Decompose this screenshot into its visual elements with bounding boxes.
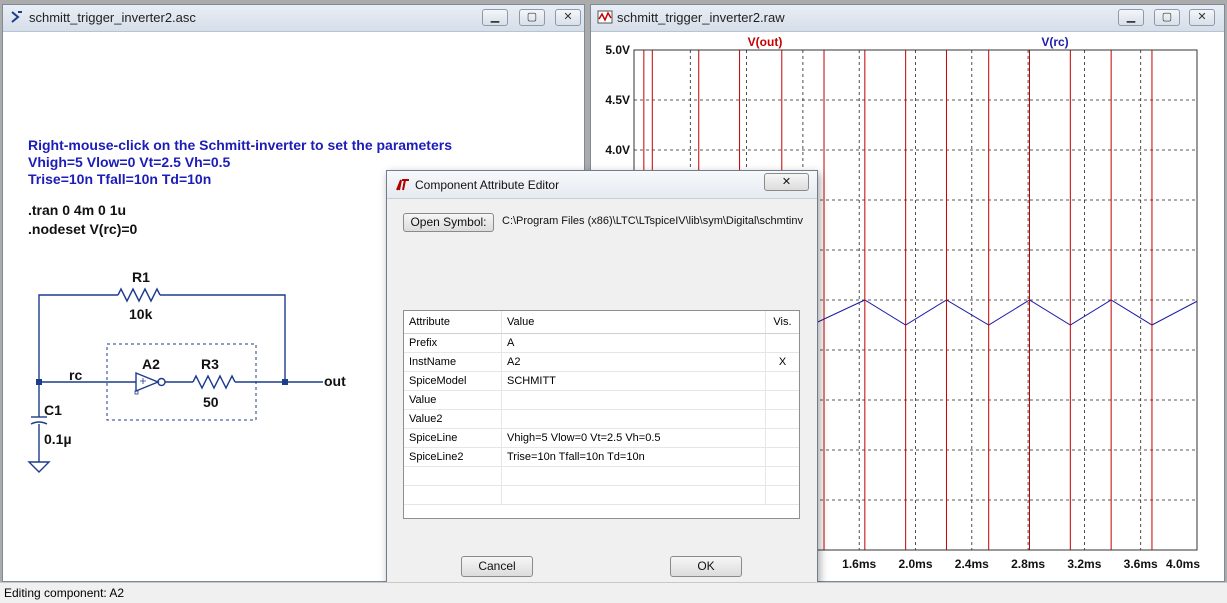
x-tick-label: 1.6ms xyxy=(842,557,876,571)
table-row[interactable]: Value2 xyxy=(404,409,799,429)
net-label-rc: rc xyxy=(69,367,83,383)
schematic-titlebar[interactable]: schmitt_trigger_inverter2.asc ▁ ▢ ✕ xyxy=(3,5,584,32)
open-symbol-button[interactable]: Open Symbol: xyxy=(403,213,494,232)
attribute-name: SpiceLine xyxy=(404,428,502,448)
nodeset-directive[interactable]: .nodeset V(rc)=0 xyxy=(28,221,137,237)
column-header-attribute[interactable]: Attribute xyxy=(404,311,502,334)
attribute-grid[interactable]: Attribute Value Vis. Prefix A InstName A… xyxy=(403,310,800,519)
y-tick-label: 5.0V xyxy=(605,43,630,57)
c1-value: 0.1µ xyxy=(44,431,72,447)
close-button[interactable]: ✕ xyxy=(1189,9,1215,26)
grid-header-row: Attribute Value Vis. xyxy=(404,311,799,334)
y-tick-label: 4.5V xyxy=(605,93,630,107)
status-text: Editing component: A2 xyxy=(4,586,125,600)
attribute-value[interactable]: SCHMITT xyxy=(501,371,766,391)
schematic-app-icon xyxy=(11,11,22,23)
attribute-vis[interactable] xyxy=(765,333,799,353)
dialog-title: Component Attribute Editor xyxy=(415,178,560,192)
waveform-app-icon xyxy=(597,10,613,24)
minimize-button[interactable]: ▁ xyxy=(1118,9,1144,26)
schematic-window-title: schmitt_trigger_inverter2.asc xyxy=(29,10,196,25)
attribute-value[interactable] xyxy=(501,390,766,410)
attribute-vis[interactable] xyxy=(765,371,799,391)
maximize-button[interactable]: ▢ xyxy=(519,9,545,26)
attribute-value[interactable]: Vhigh=5 Vlow=0 Vt=2.5 Vh=0.5 xyxy=(501,428,766,448)
r3-name: R3 xyxy=(201,356,219,372)
x-tick-label: 2.4ms xyxy=(955,557,989,571)
attribute-value[interactable] xyxy=(501,409,766,429)
waveform-window-title: schmitt_trigger_inverter2.raw xyxy=(617,10,785,25)
r1-name: R1 xyxy=(132,269,150,285)
ok-button[interactable]: OK xyxy=(670,556,742,577)
table-row[interactable]: SpiceLine Vhigh=5 Vlow=0 Vt=2.5 Vh=0.5 xyxy=(404,428,799,448)
attribute-name: InstName xyxy=(404,352,502,372)
attribute-name: Prefix xyxy=(404,333,502,353)
vrc-trace-label[interactable]: V(rc) xyxy=(1041,35,1068,49)
attribute-vis[interactable] xyxy=(765,447,799,467)
table-row[interactable]: Prefix A xyxy=(404,333,799,353)
attribute-name: SpiceLine2 xyxy=(404,447,502,467)
c1-name: C1 xyxy=(44,402,62,418)
net-label-out: out xyxy=(324,373,346,389)
ltspice-logo-icon xyxy=(396,179,409,191)
table-row[interactable] xyxy=(404,485,799,505)
cancel-button[interactable]: Cancel xyxy=(461,556,533,577)
y-tick-label: 4.0V xyxy=(605,143,630,157)
attribute-vis[interactable] xyxy=(765,428,799,448)
column-header-value[interactable]: Value xyxy=(501,311,766,334)
minimize-button[interactable]: ▁ xyxy=(482,9,508,26)
attribute-vis[interactable] xyxy=(765,390,799,410)
x-tick-label: 2.8ms xyxy=(1011,557,1045,571)
vout-trace-label[interactable]: V(out) xyxy=(748,35,783,49)
attribute-name: Value2 xyxy=(404,409,502,429)
r3-value: 50 xyxy=(203,394,219,410)
attribute-vis[interactable]: X xyxy=(765,352,799,372)
table-row[interactable]: SpiceLine2 Trise=10n Tfall=10n Td=10n xyxy=(404,447,799,467)
attribute-name: Value xyxy=(404,390,502,410)
status-bar: Editing component: A2 xyxy=(0,582,1227,603)
attribute-value[interactable]: A2 xyxy=(501,352,766,372)
attribute-value[interactable]: A xyxy=(501,333,766,353)
table-row[interactable]: InstName A2 X xyxy=(404,352,799,372)
comment-line-3: Trise=10n Tfall=10n Td=10n xyxy=(28,171,212,187)
x-tick-label: 4.0ms xyxy=(1166,557,1200,571)
attribute-value[interactable]: Trise=10n Tfall=10n Td=10n xyxy=(501,447,766,467)
x-tick-label: 2.0ms xyxy=(898,557,932,571)
attribute-name: SpiceModel xyxy=(404,371,502,391)
table-row[interactable]: SpiceModel SCHMITT xyxy=(404,371,799,391)
table-row[interactable] xyxy=(404,466,799,486)
table-row[interactable]: Value xyxy=(404,390,799,410)
maximize-button[interactable]: ▢ xyxy=(1154,9,1180,26)
waveform-titlebar[interactable]: schmitt_trigger_inverter2.raw ▁ ▢ ✕ xyxy=(591,5,1224,32)
symbol-path: C:\Program Files (x86)\LTC\LTspiceIV\lib… xyxy=(502,215,803,227)
x-tick-label: 3.6ms xyxy=(1124,557,1158,571)
tran-directive[interactable]: .tran 0 4m 0 1u xyxy=(28,202,126,218)
r1-value: 10k xyxy=(129,306,153,322)
comment-line-1: Right-mouse-click on the Schmitt-inverte… xyxy=(28,137,452,153)
dialog-close-button[interactable]: ✕ xyxy=(764,173,809,191)
attribute-vis[interactable] xyxy=(765,409,799,429)
x-tick-label: 3.2ms xyxy=(1067,557,1101,571)
column-header-vis[interactable]: Vis. xyxy=(765,311,799,334)
comment-line-2: Vhigh=5 Vlow=0 Vt=2.5 Vh=0.5 xyxy=(28,154,231,170)
a2-name: A2 xyxy=(142,356,160,372)
close-button[interactable]: ✕ xyxy=(555,9,581,26)
dialog-titlebar[interactable]: Component Attribute Editor ✕ xyxy=(387,171,817,199)
